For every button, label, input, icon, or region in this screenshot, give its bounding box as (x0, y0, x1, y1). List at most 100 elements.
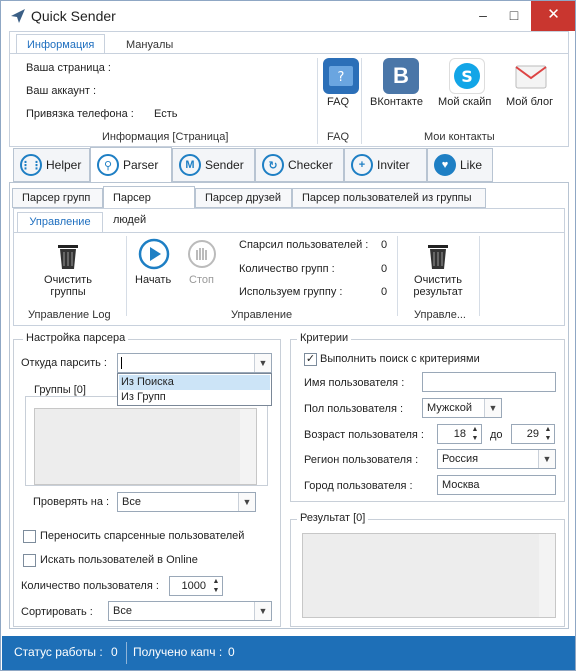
check-on-combo[interactable]: Все ▼ (117, 492, 256, 512)
stat-current-group-value: 0 (381, 286, 388, 298)
close-button[interactable]: ✕ (531, 1, 575, 31)
groups-scrollbar[interactable] (240, 409, 256, 484)
contacts-caption: Мои контакты (424, 131, 495, 143)
online-checkbox[interactable] (23, 554, 36, 567)
tab-checker-label: Checker (288, 158, 333, 172)
info-phone-value: Есть (154, 108, 178, 120)
subtab-group-users-parser[interactable]: Парсер пользователей из группы (292, 188, 486, 208)
subtab-group-parser[interactable]: Парсер групп (12, 188, 103, 208)
stop-button[interactable]: Стоп (189, 274, 214, 286)
source-option-search[interactable]: Из Поиска (119, 375, 270, 390)
stat-parsed-label: Спарсил пользователей : (239, 239, 369, 251)
subtab-friends-parser[interactable]: Парсер друзей (195, 188, 292, 208)
tab-checker[interactable]: ↻ Checker (255, 148, 344, 182)
count-stepper[interactable]: 1000 ▲ ▼ (169, 576, 223, 596)
region-label: Регион пользователя : (304, 454, 419, 466)
online-label[interactable]: Искать пользователей в Online (40, 554, 198, 566)
chevron-down-icon[interactable]: ▼ (538, 450, 555, 468)
start-button[interactable]: Начать (135, 274, 171, 286)
count-value: 1000 (181, 580, 206, 592)
trash-icon[interactable] (53, 241, 83, 271)
tab-manuals[interactable]: Мануалы (116, 35, 183, 55)
trash-icon[interactable] (423, 241, 453, 271)
gender-value: Мужской (427, 402, 472, 414)
stat-groups-value: 0 (381, 263, 388, 275)
region-combo[interactable]: Россия ▼ (437, 449, 556, 469)
status-separator (126, 642, 127, 664)
criteria-title: Критерии (297, 332, 352, 344)
skype-icon[interactable]: S (449, 58, 485, 94)
tab-parser[interactable]: ⚲ Parser (90, 147, 172, 183)
chevron-down-icon[interactable]: ▼ (254, 354, 271, 372)
transfer-label[interactable]: Переносить спарсенные пользователей (40, 530, 244, 542)
blog-link[interactable]: Мой блог (506, 96, 553, 108)
source-option-groups[interactable]: Из Групп (119, 390, 270, 405)
faq-label[interactable]: FAQ (327, 96, 349, 108)
name-label: Имя пользователя : (304, 377, 405, 389)
groups-list[interactable] (34, 408, 257, 485)
transfer-checkbox[interactable] (23, 530, 36, 543)
age-to-label: до (490, 429, 503, 441)
skype-link[interactable]: Мой скайп (438, 96, 491, 108)
tab-information[interactable]: Информация (16, 34, 106, 54)
maximize-button[interactable]: □ (497, 1, 531, 31)
clear-log-button[interactable]: Очистить группы (31, 274, 105, 298)
sort-label: Сортировать : (21, 606, 93, 618)
source-dropdown: Из Поиска Из Групп (117, 373, 272, 406)
result-scrollbar[interactable] (539, 534, 555, 617)
source-label: Откуда парсить : (21, 357, 107, 369)
tab-inviter[interactable]: + Inviter (344, 148, 427, 182)
city-input[interactable]: Москва (437, 475, 556, 495)
svg-text:?: ? (338, 70, 345, 85)
use-criteria-checkbox[interactable]: ✓ (304, 353, 317, 366)
plus-icon: + (351, 154, 373, 176)
top-ribbon: Информация Мануалы Ваша страница : Ваш а… (9, 31, 569, 147)
tab-like[interactable]: ♥ Like (427, 148, 493, 182)
info-phone-label: Привязка телефона : (26, 108, 134, 120)
vk-icon[interactable]: В (383, 58, 419, 94)
result-group-caption: Управле... (414, 309, 466, 321)
info-group-caption: Информация [Страница] (102, 131, 229, 143)
age-to-value: 29 (526, 428, 539, 440)
stepper-arrows-icon[interactable]: ▲ ▼ (469, 425, 481, 443)
control-separator (479, 236, 480, 316)
chevron-down-icon[interactable]: ▼ (484, 399, 501, 417)
faq-icon[interactable]: ? (323, 58, 359, 94)
gender-combo[interactable]: Мужской ▼ (422, 398, 502, 418)
chevron-down-icon[interactable]: ▼ (254, 602, 271, 620)
captcha-label: Получено капч : (133, 645, 223, 659)
stepper-arrows-icon[interactable]: ▲ ▼ (542, 425, 554, 443)
age-to-stepper[interactable]: 29 ▲ ▼ (511, 424, 555, 444)
tab-like-label: Like (460, 158, 483, 172)
tab-control[interactable]: Управление (17, 212, 103, 233)
age-from-stepper[interactable]: 18 ▲ ▼ (437, 424, 482, 444)
control-separator (126, 236, 127, 316)
source-combo[interactable]: ▼ (117, 353, 272, 373)
tab-helper-label: Helper (46, 158, 82, 172)
vk-link[interactable]: ВКонтакте (370, 96, 423, 108)
clear-result-button[interactable]: Очистить результат (404, 274, 472, 298)
app-logo-icon (11, 9, 25, 23)
stop-hand-icon[interactable] (187, 238, 217, 270)
search-icon: ⚲ (97, 154, 119, 176)
subtab-people-parser[interactable]: Парсер людей (103, 186, 195, 226)
ribbon-separator (317, 58, 318, 144)
work-status-label: Статус работы : (14, 645, 103, 659)
mail-icon[interactable] (513, 58, 549, 94)
count-label: Количество пользователя : (21, 580, 159, 592)
chevron-down-icon[interactable]: ▼ (238, 493, 255, 511)
tab-helper[interactable]: ⋮⋮ Helper (13, 148, 90, 182)
sort-combo[interactable]: Все ▼ (108, 601, 272, 621)
faq-caption: FAQ (327, 131, 350, 143)
use-criteria-label[interactable]: Выполнить поиск с критериями (320, 353, 480, 365)
result-list[interactable] (302, 533, 556, 618)
tab-sender[interactable]: M Sender (172, 148, 255, 182)
play-icon[interactable] (138, 238, 170, 270)
mail-m-icon: M (179, 154, 201, 176)
name-input[interactable] (422, 372, 556, 392)
minimize-button[interactable]: – (466, 1, 500, 31)
status-bar: Статус работы : 0 Получено капч : 0 (2, 636, 575, 670)
refresh-icon: ↻ (262, 154, 284, 176)
stepper-arrows-icon[interactable]: ▲ ▼ (210, 577, 222, 595)
window-title: Quick Sender (31, 8, 116, 24)
